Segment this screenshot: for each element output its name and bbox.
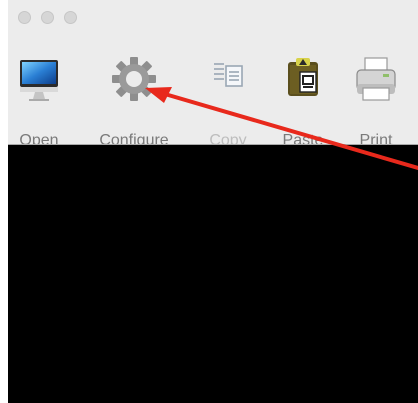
toolbar: Open Configure Copy Paste Print bbox=[8, 40, 418, 149]
clipboard-paste-icon bbox=[284, 56, 322, 100]
minimize-window-button[interactable] bbox=[41, 11, 54, 24]
zoom-window-button[interactable] bbox=[64, 11, 77, 24]
copy-icon bbox=[211, 56, 245, 100]
terminal-view[interactable] bbox=[8, 145, 418, 403]
close-window-button[interactable] bbox=[18, 11, 31, 24]
title-bar bbox=[8, 0, 418, 40]
imac-icon bbox=[18, 56, 60, 101]
printer-icon bbox=[355, 56, 397, 101]
gear-icon bbox=[109, 56, 159, 101]
app-window: Open Configure Copy Paste Print bbox=[8, 0, 418, 403]
